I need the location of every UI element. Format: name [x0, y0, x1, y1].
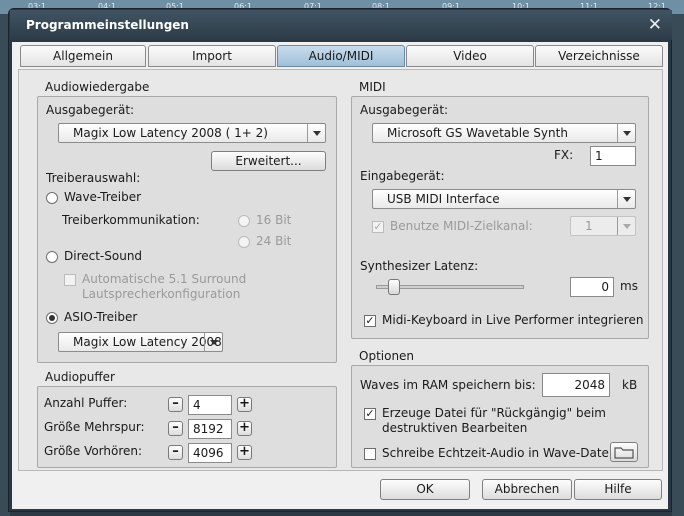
driver-selection-label: Treiberauswahl: — [46, 171, 141, 185]
chevron-down-icon — [203, 333, 222, 351]
tab-panel-audio-midi: Audiowiedergabe Ausgabegerät: Magix Low … — [18, 69, 663, 471]
audio-buffer-group: Anzahl Puffer: – 4 + Größe Mehrspur: – 8… — [37, 386, 337, 468]
bit24-label: 24 Bit — [256, 234, 292, 248]
chevron-down-icon — [617, 124, 635, 142]
options-section-label: Optionen — [359, 349, 415, 363]
midi-target-channel-select[interactable]: 1 — [570, 216, 636, 236]
midi-target-channel-checkbox[interactable]: ✓ — [372, 221, 384, 233]
preview-increment-button[interactable]: + — [237, 445, 252, 460]
audio-output-select[interactable]: Magix Low Latency 2008 ( 1+ 2) — [58, 123, 326, 143]
midi-input-label: Eingabegerät: — [360, 169, 445, 183]
ok-button[interactable]: OK — [380, 479, 470, 500]
waves-ram-input[interactable]: 2048 — [542, 373, 610, 397]
buffer-count-increment-button[interactable]: + — [237, 397, 252, 412]
help-button[interactable]: Hilfe — [574, 479, 662, 500]
tab-video[interactable]: Video — [406, 45, 534, 67]
buffer-count-input[interactable]: 4 — [188, 395, 232, 415]
midi-output-label: Ausgabegerät: — [360, 103, 449, 117]
asio-driver-label: ASIO-Treiber — [64, 310, 138, 324]
multitrack-size-label: Größe Mehrspur: — [44, 420, 145, 434]
fx-label: FX: — [554, 148, 574, 162]
buffer-count-label: Anzahl Puffer: — [44, 396, 128, 410]
folder-icon — [614, 447, 634, 459]
midi-input-value: USB MIDI Interface — [387, 192, 500, 206]
advanced-button[interactable]: Erweitert... — [211, 151, 326, 171]
midi-keyboard-checkbox[interactable]: ✓ — [364, 315, 376, 327]
audio-section-label: Audiowiedergabe — [45, 80, 150, 94]
dialog-title: Programmeinstellungen — [26, 18, 189, 32]
wave-driver-radio[interactable] — [46, 192, 58, 204]
realtime-audio-checkbox[interactable] — [364, 448, 376, 460]
bit16-radio[interactable] — [238, 215, 250, 227]
synth-latency-input[interactable]: 0 — [570, 277, 614, 297]
preview-size-input[interactable]: 4096 — [188, 443, 232, 463]
cancel-button[interactable]: Abbrechen — [482, 479, 572, 500]
latency-unit-label: ms — [620, 279, 638, 293]
surround-label-line2: Lautsprecherkonfiguration — [82, 287, 241, 301]
options-group: Waves im RAM speichern bis: 2048 kB ✓ Er… — [351, 365, 649, 468]
multitrack-size-input[interactable]: 8192 — [188, 419, 232, 439]
midi-section-label: MIDI — [359, 80, 386, 94]
tab-allgemein[interactable]: Allgemein — [20, 45, 146, 67]
midi-group: Ausgabegerät: Microsoft GS Wavetable Syn… — [351, 96, 649, 339]
asio-device-value: Magix Low Latency 2008 — [73, 335, 222, 349]
browse-folder-button[interactable] — [610, 442, 638, 462]
fx-input[interactable]: 1 — [590, 146, 636, 166]
midi-input-select[interactable]: USB MIDI Interface — [372, 189, 636, 209]
asio-driver-radio[interactable] — [46, 312, 58, 324]
surround-checkbox[interactable] — [64, 274, 76, 286]
asio-device-select[interactable]: Magix Low Latency 2008 — [58, 332, 223, 352]
synth-latency-slider-handle[interactable] — [388, 279, 400, 295]
midi-keyboard-label: Midi-Keyboard in Live Performer integrie… — [382, 313, 644, 327]
undo-file-label-line1: Erzeuge Datei für "Rückgängig" beim — [382, 406, 606, 420]
synth-latency-label: Synthesizer Latenz: — [360, 259, 479, 273]
bit24-radio[interactable] — [238, 236, 250, 248]
audio-output-value: Magix Low Latency 2008 ( 1+ 2) — [73, 126, 268, 140]
waves-ram-label: Waves im RAM speichern bis: — [360, 378, 536, 392]
settings-dialog: Programmeinstellungen ✕ Allgemein Import… — [8, 8, 672, 512]
dialog-titlebar[interactable]: Programmeinstellungen ✕ — [10, 10, 672, 40]
bit16-label: 16 Bit — [256, 213, 292, 227]
chevron-down-icon — [617, 217, 635, 235]
dialog-client-area: Allgemein Import Audio/MIDI Video Verzei… — [12, 42, 668, 509]
midi-target-channel-value: 1 — [585, 219, 593, 233]
undo-file-label-line2: destruktiven Bearbeiten — [382, 421, 528, 435]
direct-sound-radio[interactable] — [46, 251, 58, 263]
chevron-down-icon — [307, 124, 325, 142]
undo-file-checkbox[interactable]: ✓ — [364, 408, 376, 420]
driver-communication-label: Treiberkommunikation: — [62, 213, 200, 227]
tab-import[interactable]: Import — [148, 45, 276, 67]
close-icon[interactable]: ✕ — [648, 15, 662, 35]
background-right-panel — [672, 14, 684, 516]
midi-output-select[interactable]: Microsoft GS Wavetable Synth — [372, 123, 636, 143]
audio-playback-group: Ausgabegerät: Magix Low Latency 2008 ( 1… — [37, 96, 337, 363]
multitrack-increment-button[interactable]: + — [237, 421, 252, 436]
buffer-section-label: Audiopuffer — [45, 370, 115, 384]
realtime-audio-label: Schreibe Echtzeit-Audio in Wave-Datei — [382, 446, 613, 460]
tab-verzeichnisse[interactable]: Verzeichnisse — [535, 45, 663, 67]
surround-label-line1: Automatische 5.1 Surround — [82, 272, 247, 286]
wave-driver-label: Wave-Treiber — [64, 190, 142, 204]
tab-audio-midi[interactable]: Audio/MIDI — [277, 45, 405, 67]
chevron-down-icon — [617, 190, 635, 208]
buffer-count-decrement-button[interactable]: – — [168, 397, 183, 412]
audio-output-label: Ausgabegerät: — [46, 103, 135, 117]
preview-decrement-button[interactable]: – — [168, 445, 183, 460]
waves-unit-label: kB — [622, 378, 638, 392]
direct-sound-label: Direct-Sound — [64, 249, 143, 263]
midi-output-value: Microsoft GS Wavetable Synth — [387, 126, 568, 140]
preview-size-label: Größe Vorhören: — [44, 444, 143, 458]
multitrack-decrement-button[interactable]: – — [168, 421, 183, 436]
midi-target-channel-label: Benutze MIDI-Zielkanal: — [390, 219, 533, 233]
